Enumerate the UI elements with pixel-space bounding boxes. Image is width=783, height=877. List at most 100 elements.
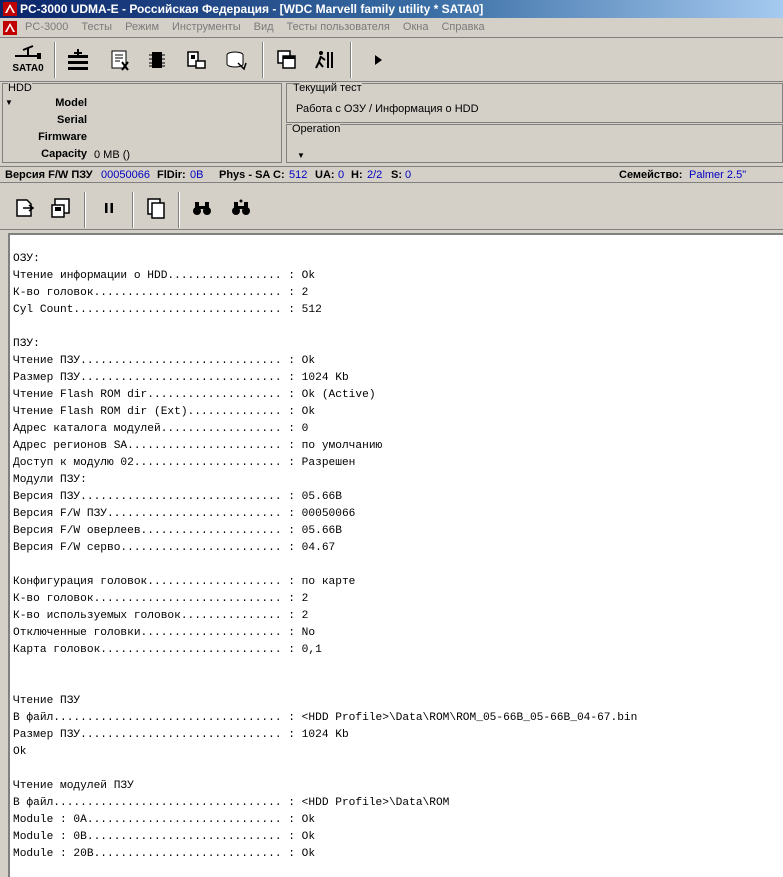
hdd-info-panel: HDD ▼ Model Serial Firmware Capacity 0 M… (2, 82, 282, 163)
toolbar-separator (350, 42, 352, 78)
chip-button[interactable] (143, 43, 171, 77)
menu-tools[interactable]: Инструменты (172, 21, 241, 33)
export-button[interactable] (11, 191, 39, 225)
sata-port-label: SATA0 (12, 63, 44, 74)
chip-icon (149, 52, 165, 68)
log-line: Отключенные головки.....................… (13, 627, 316, 639)
operation-caption: Operation (292, 123, 341, 135)
log-line: К-во головок............................… (13, 593, 309, 605)
log-line: Версия F/W серво........................… (13, 542, 336, 554)
find-next-button[interactable] (227, 191, 255, 225)
log-line: ОЗУ: (13, 253, 40, 265)
fw-version-value: 00050066 (101, 169, 150, 181)
family-label: Семейство: (619, 169, 683, 181)
database-button[interactable] (222, 43, 250, 77)
heads-map-icon (68, 49, 88, 70)
log-toolbar (0, 184, 783, 230)
export-icon (16, 199, 35, 217)
log-line: Ok (13, 746, 27, 758)
copy-icon (147, 198, 165, 219)
pause-icon (105, 203, 113, 213)
fldir-value: 0B (190, 169, 204, 181)
log-line: Module : 20B............................… (13, 848, 316, 860)
menu-tests[interactable]: Тесты (81, 21, 112, 33)
save-log-icon (51, 198, 70, 218)
log-line: Чтение ПЗУ (13, 695, 81, 707)
log-line: Размер ПЗУ..............................… (13, 372, 349, 384)
run-script-button[interactable] (309, 43, 337, 77)
capacity-label: Capacity (41, 148, 87, 160)
sata-port-button[interactable]: SATA0 (6, 42, 50, 79)
scroll-document-icon (111, 50, 129, 71)
log-line: Адрес каталога модулей..................… (13, 423, 309, 435)
save-log-button[interactable] (47, 191, 75, 225)
phys-value: 512 (289, 169, 308, 181)
log-line: К-во головок............................… (13, 287, 309, 299)
current-test-value: Работа с ОЗУ / Информация о HDD (296, 103, 479, 115)
log-line: В файл..................................… (13, 797, 450, 809)
log-line: Чтение Flash ROM dir....................… (13, 389, 376, 401)
hdd-panel-caption: HDD (8, 82, 32, 94)
log-line: В файл..................................… (13, 712, 638, 724)
current-test-caption: Текущий тест (293, 82, 362, 94)
log-line: Чтение ПЗУ..............................… (13, 355, 316, 367)
log-line: Чтение информации о HDD.................… (13, 270, 316, 282)
main-toolbar: SATA0 (0, 39, 783, 82)
log-line: Доступ к модулю 02......................… (13, 457, 356, 469)
menu-pc3000[interactable]: PC-3000 (25, 21, 68, 33)
log-line: Чтение Flash ROM dir (Ext)..............… (13, 406, 316, 418)
log-output-pane[interactable]: ОЗУ: Чтение информации о HDD.............… (8, 233, 783, 877)
log-line: Адрес регионов SA.......................… (13, 440, 383, 452)
toolbar-separator (84, 192, 86, 228)
log-text: ОЗУ: Чтение информации о HDD.............… (13, 251, 637, 863)
menu-user-tests[interactable]: Тесты пользователя (287, 21, 390, 33)
ua-value: 0 (338, 169, 345, 181)
title-bar: PC-3000 UDMA-E - Российская Федерация - … (0, 0, 783, 18)
toolbar-separator (178, 192, 180, 228)
menu-windows[interactable]: Окна (403, 21, 429, 33)
menu-bar: PC-3000 Тесты Режим Инструменты Вид Тест… (0, 18, 783, 38)
menu-view[interactable]: Вид (254, 21, 274, 33)
log-line: Модули ПЗУ: (13, 474, 87, 486)
log-line: Версия F/W ПЗУ..........................… (13, 508, 356, 520)
tech-info-button[interactable] (106, 43, 134, 77)
log-line: Чтение модулей ПЗУ (13, 780, 134, 792)
app-menu-icon[interactable] (3, 21, 17, 35)
family-value: Palmer 2.5" (689, 169, 747, 181)
operation-panel: Operation ▼ (286, 123, 783, 163)
heads-map-button[interactable] (64, 43, 92, 77)
ua-label: UA: (315, 169, 335, 181)
play-button[interactable] (364, 43, 392, 77)
log-line: К-во используемых головок...............… (13, 610, 309, 622)
copy-button[interactable] (142, 191, 170, 225)
binoculars-icon (193, 202, 211, 215)
database-icon (226, 51, 247, 71)
running-man-icon (315, 51, 333, 69)
operation-dropdown-arrow-icon[interactable]: ▼ (297, 151, 305, 160)
board-button[interactable] (182, 43, 210, 77)
log-line: Версия F/W оверлеев.....................… (13, 525, 342, 537)
log-line: ПЗУ: (13, 338, 40, 350)
sata-connector-icon (15, 45, 41, 59)
log-line: Размер ПЗУ..............................… (13, 729, 349, 741)
board-icon (187, 51, 206, 69)
toolbar-separator (132, 192, 134, 228)
window-title: PC-3000 UDMA-E - Российская Федерация - … (20, 2, 484, 16)
pause-button[interactable] (95, 191, 123, 225)
binoculars-next-icon (232, 199, 250, 215)
menu-help[interactable]: Справка (441, 21, 484, 33)
menu-mode[interactable]: Режим (125, 21, 159, 33)
s-label: S: (391, 169, 402, 181)
windows-button[interactable] (273, 43, 301, 77)
s-value: 0 (405, 169, 412, 181)
h-label: H: (351, 169, 363, 181)
phys-label: Phys - SA C: (219, 169, 285, 181)
fw-version-label: Версия F/W ПЗУ (5, 169, 93, 181)
log-line: Конфигурация головок....................… (13, 576, 356, 588)
find-button[interactable] (188, 191, 216, 225)
log-line: Карта головок...........................… (13, 644, 322, 656)
h-value: 2/2 (367, 169, 383, 181)
